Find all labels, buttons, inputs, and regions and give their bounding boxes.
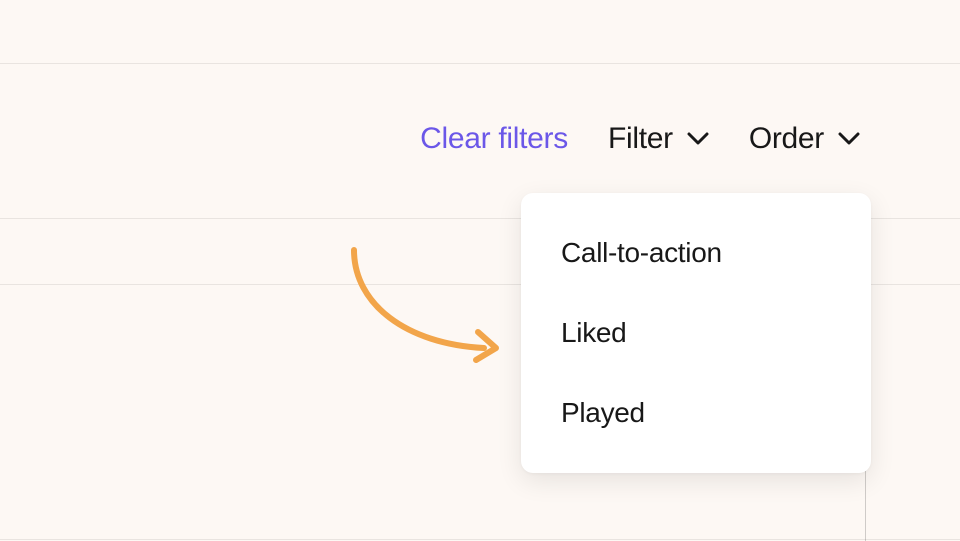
filter-option-call-to-action[interactable]: Call-to-action [521,213,871,293]
order-label: Order [749,122,824,156]
divider [0,63,960,64]
toolbar: Clear filters Filter Order [0,122,960,156]
filter-option-liked[interactable]: Liked [521,293,871,373]
filter-dropdown-menu: Call-to-action Liked Played [521,193,871,473]
order-dropdown-trigger[interactable]: Order [749,122,860,156]
chevron-down-icon [687,132,709,146]
annotation-arrow-icon [336,244,516,379]
divider [865,471,866,541]
filter-option-played[interactable]: Played [521,373,871,453]
filter-dropdown-trigger[interactable]: Filter [608,122,709,156]
clear-filters-link[interactable]: Clear filters [420,122,568,156]
filter-label: Filter [608,122,673,156]
chevron-down-icon [838,132,860,146]
